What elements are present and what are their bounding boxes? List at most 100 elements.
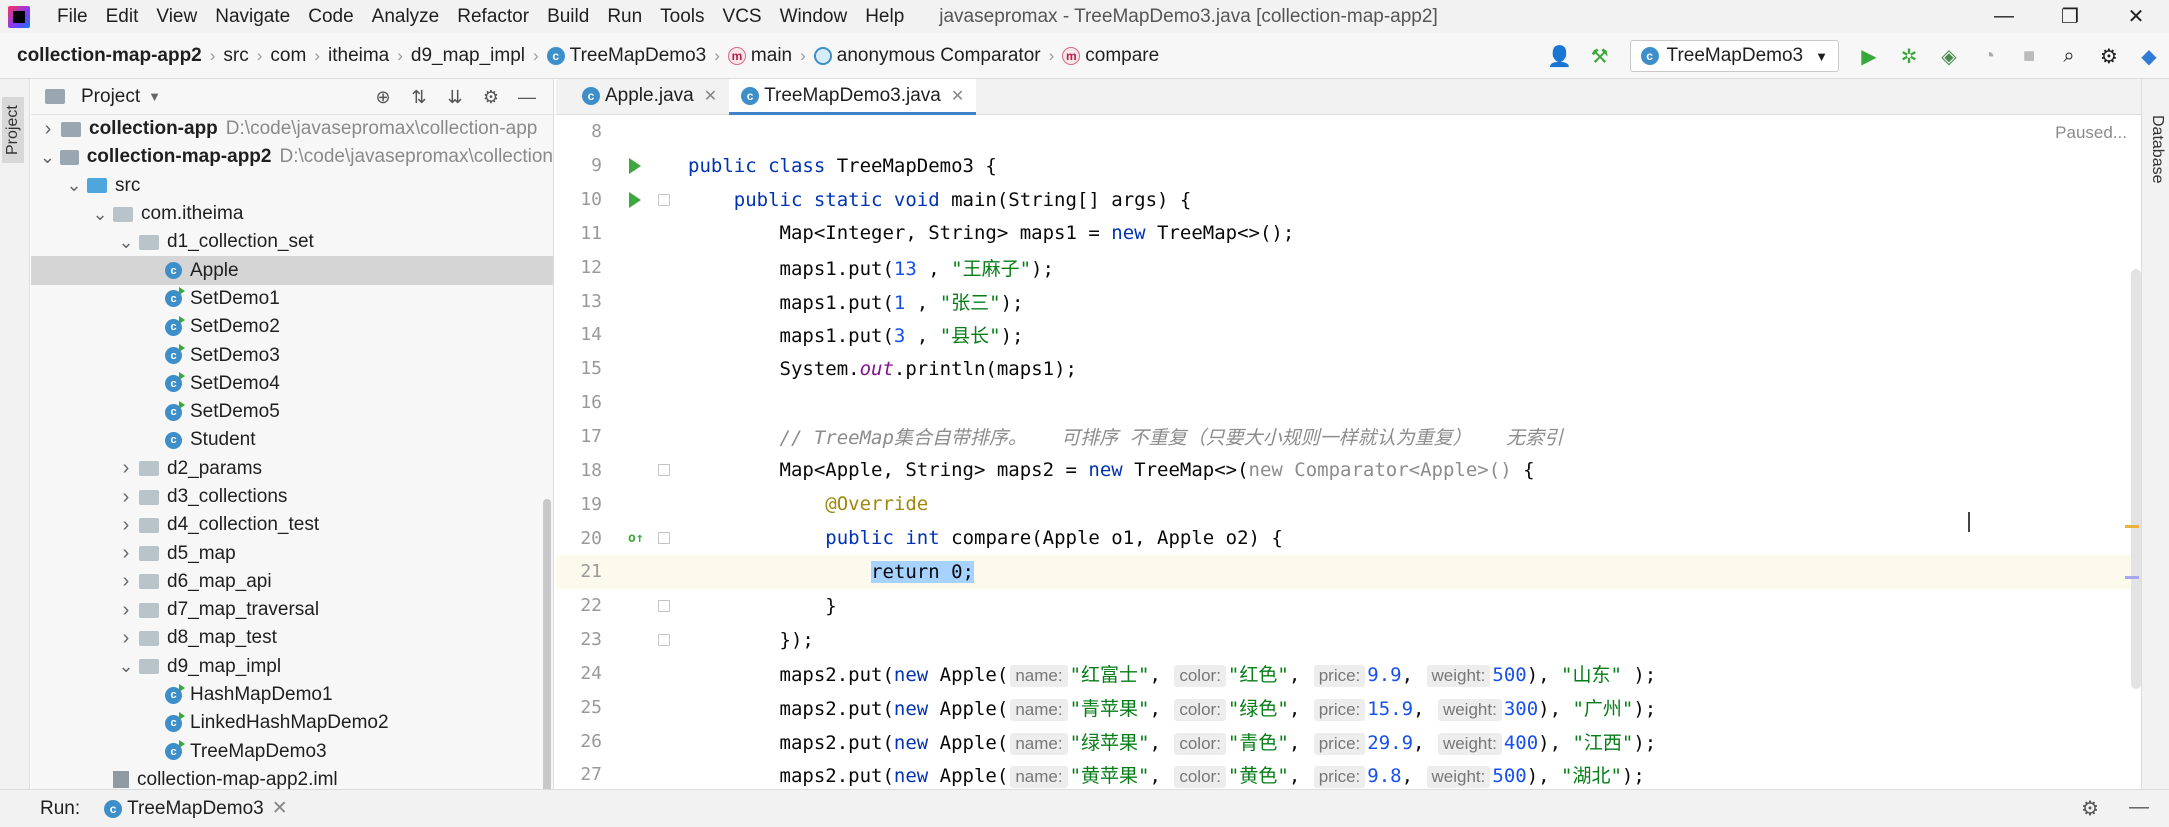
breadcrumb-itheima[interactable]: itheima xyxy=(328,45,389,67)
editor-gutter[interactable] xyxy=(602,487,680,521)
line-number[interactable]: 13 xyxy=(556,291,602,312)
search-icon[interactable]: ⌕ xyxy=(2049,33,2089,79)
tree-item[interactable]: collection-map-app2.iml xyxy=(31,766,553,789)
editor-gutter[interactable] xyxy=(602,250,680,284)
tree-item[interactable]: › d7_map_traversal xyxy=(31,596,553,624)
menu-item-navigate[interactable]: Navigate xyxy=(206,6,299,28)
editor-gutter[interactable] xyxy=(602,724,680,758)
line-number[interactable]: 23 xyxy=(556,629,602,650)
tree-item[interactable]: › d3_collections xyxy=(31,483,553,511)
breadcrumb-com[interactable]: com xyxy=(270,45,306,67)
editor-gutter[interactable] xyxy=(602,183,680,217)
menu-item-file[interactable]: File xyxy=(48,6,97,28)
editor-gutter[interactable] xyxy=(602,284,680,318)
code-line[interactable]: 18 Map<Apple, String> maps2 = new TreeMa… xyxy=(556,453,2141,487)
run-icon[interactable]: ▶ xyxy=(1849,33,1889,79)
tree-item[interactable]: ⌄ src xyxy=(31,172,553,200)
line-number[interactable]: 16 xyxy=(556,392,602,413)
editor-gutter[interactable]: o↑ xyxy=(602,521,680,555)
code-line[interactable]: 21 return 0; xyxy=(556,554,2141,589)
tree-item[interactable]: c Apple xyxy=(31,256,553,285)
editor-gutter[interactable] xyxy=(602,318,680,352)
menu-item-window[interactable]: Window xyxy=(771,6,857,28)
code-line[interactable]: 8 xyxy=(556,115,2141,149)
chevron-right-icon[interactable]: › xyxy=(117,457,135,480)
line-number[interactable]: 8 xyxy=(556,121,602,142)
run-configuration-select[interactable]: c TreeMapDemo3 ▼ xyxy=(1629,40,1839,72)
editor-gutter[interactable] xyxy=(602,589,680,623)
editor-gutter[interactable] xyxy=(602,453,680,487)
plugin-icon[interactable]: ◆ xyxy=(2129,33,2169,79)
breadcrumb-anonymous[interactable]: anonymous Comparator xyxy=(813,45,1041,67)
project-tool-button[interactable]: Project xyxy=(2,97,24,163)
locate-icon[interactable]: ⊕ xyxy=(365,87,401,108)
warning-marker[interactable] xyxy=(2125,525,2139,528)
menu-item-tools[interactable]: Tools xyxy=(651,6,713,28)
code-line[interactable]: 15 System.out.println(maps1); xyxy=(556,352,2141,386)
code-line[interactable]: 24 maps2.put(new Apple(name: "红富士", color… xyxy=(556,657,2141,691)
editor-gutter[interactable] xyxy=(602,352,680,386)
gear-icon[interactable]: ⚙ xyxy=(2089,33,2129,79)
tree-item[interactable]: ⌄ d1_collection_set xyxy=(31,228,553,256)
line-number[interactable]: 15 xyxy=(556,358,602,379)
chevron-down-icon[interactable]: ⌄ xyxy=(39,147,56,168)
run-gutter-icon[interactable] xyxy=(629,157,641,174)
chevron-down-icon[interactable]: ⌄ xyxy=(91,204,109,225)
tree-item[interactable]: c LinkedHashMapDemo2 xyxy=(31,709,553,737)
menu-item-analyze[interactable]: Analyze xyxy=(363,6,449,28)
tree-item[interactable]: c SetDemo3 xyxy=(31,341,553,369)
chevron-down-icon[interactable]: ⌄ xyxy=(117,656,135,677)
chevron-down-icon[interactable]: ⌄ xyxy=(65,175,83,196)
fold-marker-icon[interactable] xyxy=(658,599,670,612)
line-number[interactable]: 9 xyxy=(556,155,602,176)
run-tab[interactable]: c TreeMapDemo3 ✕ xyxy=(104,797,288,820)
tree-item[interactable]: › collection-app D:\code\javasepromax\coll… xyxy=(31,115,553,143)
tab-treemapdemo3-java[interactable]: c TreeMapDemo3.java ✕ xyxy=(729,79,977,115)
line-number[interactable]: 26 xyxy=(556,731,602,752)
code-line[interactable]: 26 maps2.put(new Apple(name: "绿苹果", color… xyxy=(556,724,2141,758)
editor-gutter[interactable] xyxy=(602,555,680,589)
chevron-right-icon[interactable]: › xyxy=(117,627,135,650)
line-number[interactable]: 27 xyxy=(556,764,602,785)
code-line[interactable]: 27 maps2.put(new Apple(name: "黄苹果", color… xyxy=(556,758,2141,789)
fold-marker-icon[interactable] xyxy=(658,193,670,206)
menu-item-run[interactable]: Run xyxy=(598,6,651,28)
scrollbar[interactable] xyxy=(2131,269,2141,689)
database-tool-button[interactable]: Database xyxy=(2148,115,2166,184)
code-line[interactable]: 13 maps1.put(1 , "张三"); xyxy=(556,284,2141,318)
tree-item[interactable]: c SetDemo4 xyxy=(31,370,553,398)
breadcrumb-src[interactable]: src xyxy=(223,45,248,67)
run-gutter-icon[interactable] xyxy=(629,191,641,208)
tree-item[interactable]: › d6_map_api xyxy=(31,568,553,596)
editor-gutter[interactable] xyxy=(602,217,680,251)
chevron-down-icon[interactable]: ▼ xyxy=(148,89,161,104)
stop-icon[interactable]: ■ xyxy=(2009,33,2049,79)
debug-icon[interactable]: ✲ xyxy=(1889,33,1929,79)
gear-icon[interactable]: ⚙ xyxy=(2081,796,2099,821)
code-line[interactable]: 12 maps1.put(13 , "王麻子"); xyxy=(556,250,2141,284)
chevron-down-icon[interactable]: ⌄ xyxy=(117,232,135,253)
editor-gutter[interactable] xyxy=(602,386,680,420)
line-number[interactable]: 25 xyxy=(556,697,602,718)
user-icon[interactable]: 👤 xyxy=(1540,33,1580,79)
line-number[interactable]: 24 xyxy=(556,663,602,684)
fold-marker-icon[interactable] xyxy=(658,532,670,545)
fold-marker-icon[interactable] xyxy=(658,633,670,646)
menu-item-code[interactable]: Code xyxy=(299,6,362,28)
chevron-right-icon[interactable]: › xyxy=(117,514,135,537)
editor-gutter[interactable] xyxy=(602,623,680,657)
chevron-right-icon[interactable]: › xyxy=(117,599,135,622)
build-hammer-icon[interactable]: ⚒ xyxy=(1580,33,1620,79)
code-area[interactable]: 8 9 public class TreeMapDemo3 {10 public s… xyxy=(556,115,2141,789)
line-number[interactable]: 21 xyxy=(556,561,602,582)
breadcrumb-class[interactable]: c TreeMapDemo3 xyxy=(546,45,706,67)
code-line[interactable]: 20 o↑ public int compare(Apple o1, Apple … xyxy=(556,521,2141,555)
menu-item-help[interactable]: Help xyxy=(856,6,913,28)
breadcrumb-package[interactable]: d9_map_impl xyxy=(411,45,525,67)
tree-item[interactable]: › d5_map xyxy=(31,539,553,567)
close-icon[interactable]: ✕ xyxy=(272,797,288,820)
project-panel-title[interactable]: Project xyxy=(81,86,140,108)
code-line[interactable]: 22 } xyxy=(556,589,2141,623)
editor-gutter[interactable] xyxy=(602,657,680,691)
code-line[interactable]: 16 xyxy=(556,386,2141,420)
